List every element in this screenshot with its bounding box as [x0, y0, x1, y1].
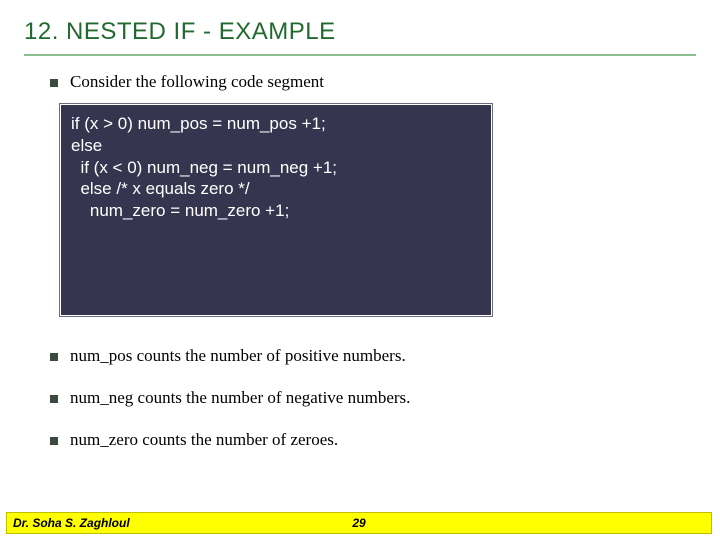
bullet-item: num_neg counts the number of negative nu…: [50, 388, 680, 408]
bullet-intro: Consider the following code segment: [50, 72, 680, 92]
code-line: else /* x equals zero */: [71, 178, 481, 200]
code-line: else: [71, 135, 481, 157]
bullet-icon: [50, 79, 58, 87]
bullet-text: num_pos counts the number of positive nu…: [70, 346, 406, 366]
bullet-item: num_zero counts the number of zeroes.: [50, 430, 680, 450]
slide-title: 12. NESTED IF - EXAMPLE: [24, 18, 696, 56]
bullet-item: num_pos counts the number of positive nu…: [50, 346, 680, 366]
code-line: if (x < 0) num_neg = num_neg +1;: [71, 157, 481, 179]
bullet-text: num_neg counts the number of negative nu…: [70, 388, 410, 408]
bullet-intro-text: Consider the following code segment: [70, 72, 324, 92]
code-line: num_zero = num_zero +1;: [71, 200, 481, 222]
slide-body-upper: Consider the following code segment if (…: [50, 72, 680, 316]
code-line: if (x > 0) num_pos = num_pos +1;: [71, 113, 481, 135]
bullet-icon: [50, 353, 58, 361]
footer-author: Dr. Soha S. Zaghloul: [7, 516, 130, 530]
footer-page-number: 29: [352, 516, 365, 530]
slide: 12. NESTED IF - EXAMPLE Consider the fol…: [0, 0, 720, 540]
code-box: if (x > 0) num_pos = num_pos +1; else if…: [60, 104, 492, 316]
bullet-icon: [50, 395, 58, 403]
slide-body-lower: num_pos counts the number of positive nu…: [50, 346, 680, 472]
bullet-text: num_zero counts the number of zeroes.: [70, 430, 338, 450]
bullet-icon: [50, 437, 58, 445]
footer-bar: Dr. Soha S. Zaghloul 29: [6, 512, 712, 534]
